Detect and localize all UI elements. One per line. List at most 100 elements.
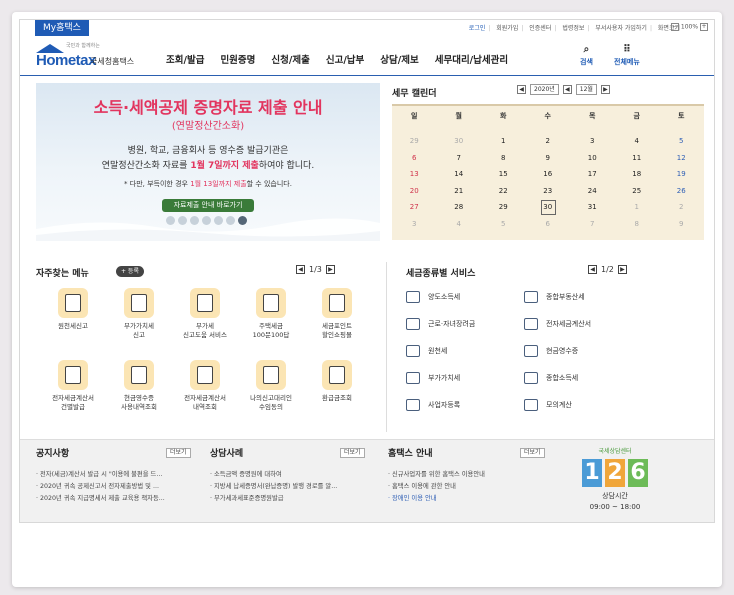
favorite-menu-item[interactable]: 현금영수증 사용내역조회 — [108, 360, 170, 411]
calendar-day[interactable]: 22 — [481, 187, 526, 195]
calendar-day[interactable]: 11 — [615, 154, 660, 162]
calendar-day[interactable]: 29 — [481, 203, 526, 211]
nav-inquiry-issue[interactable]: 조회/발급 — [166, 52, 204, 66]
notice-more-button[interactable]: 더보기 — [166, 448, 191, 458]
dept-user-signup-link[interactable]: 부서사용자 가입하기 — [595, 25, 647, 32]
calendar-day[interactable]: 7 — [570, 220, 615, 228]
favorite-menu-item[interactable]: 나의신고대리인 수임동의 — [240, 360, 302, 411]
favorites-next-button[interactable]: ▶ — [325, 265, 335, 274]
banner-slide-dot[interactable] — [166, 216, 175, 225]
calendar-day[interactable]: 3 — [570, 137, 615, 145]
tax-service-item[interactable]: 원천세 — [406, 344, 447, 358]
banner-slide-dot[interactable] — [226, 216, 235, 225]
cases-more-button[interactable]: 더보기 — [340, 448, 365, 458]
nav-tax-agent[interactable]: 세무대리/납세관리 — [435, 52, 508, 66]
calendar-day[interactable]: 9 — [659, 220, 704, 228]
notice-item[interactable]: 2020년 귀속 공제신고서 전자제출방법 및 ... — [36, 481, 198, 493]
guide-item[interactable]: 신규사업자를 위한 홈택스 이용안내 — [388, 469, 548, 481]
calendar-day[interactable]: 13 — [392, 170, 437, 178]
banner-slide-dot[interactable] — [202, 216, 211, 225]
law-info-link[interactable]: 법령정보 — [562, 25, 584, 32]
call-center-promo[interactable]: 국세상담센터 126 상담시간 09:00 ~ 18:00 — [570, 446, 660, 511]
guide-item[interactable]: 홈택스 이용에 관한 안내 — [388, 481, 548, 493]
calendar-day[interactable]: 18 — [615, 170, 660, 178]
calendar-day[interactable]: 15 — [481, 170, 526, 178]
calendar-day[interactable]: 1 — [615, 203, 660, 211]
calendar-day[interactable]: 14 — [437, 170, 482, 178]
calendar-day[interactable]: 29 — [392, 137, 437, 145]
calendar-day[interactable]: 27 — [392, 203, 437, 211]
calendar-day[interactable]: 10 — [570, 154, 615, 162]
calendar-day[interactable]: 4 — [615, 137, 660, 145]
calendar-day[interactable]: 21 — [437, 187, 482, 195]
favorite-menu-item[interactable]: 원천세신고 — [42, 288, 104, 331]
zoom-in-button[interactable]: + — [700, 23, 708, 31]
main-banner[interactable]: 소득·세액공제 증명자료 제출 안내 (연말정산간소화) 병원, 학교, 금융회… — [36, 83, 380, 241]
cert-center-link[interactable]: 인증센터 — [529, 25, 551, 32]
notice-item[interactable]: 2020년 귀속 지급명세서 제출 교육용 책자등... — [36, 493, 198, 505]
calendar-day[interactable]: 28 — [437, 203, 482, 211]
guide-item[interactable]: 장애인 이용 안내 — [388, 493, 548, 505]
search-tool[interactable]: ⌕ 검색 — [580, 44, 593, 67]
calendar-day[interactable]: 19 — [659, 170, 704, 178]
nav-civil-certificate[interactable]: 민원증명 — [220, 52, 255, 66]
tax-service-item[interactable]: 현금영수증 — [524, 344, 578, 358]
nav-consult-report[interactable]: 상담/제보 — [380, 52, 418, 66]
banner-slide-dot[interactable] — [238, 216, 247, 225]
tax-service-item[interactable]: 모의계산 — [524, 398, 572, 412]
tax-service-item[interactable]: 종합부동산세 — [524, 290, 585, 304]
month-select[interactable]: 12월 — [575, 84, 597, 95]
favorite-menu-item[interactable]: 전자세금계산서 내역조회 — [174, 360, 236, 411]
zoom-out-button[interactable]: − — [671, 23, 679, 31]
month-prev-button[interactable]: ◀ — [562, 85, 572, 94]
calendar-day[interactable]: 30 — [526, 200, 571, 216]
nav-apply-submit[interactable]: 신청/제출 — [271, 52, 309, 66]
calendar-day[interactable]: 6 — [392, 154, 437, 162]
banner-slide-dot[interactable] — [178, 216, 187, 225]
calendar-day[interactable]: 8 — [481, 154, 526, 162]
nav-report-pay[interactable]: 신고/납부 — [326, 52, 364, 66]
calendar-day[interactable]: 26 — [659, 187, 704, 195]
case-item[interactable]: 지방세 납세증명서(완납증명) 발행 경로를 알... — [210, 481, 370, 493]
tax-service-item[interactable]: 사업자등록 — [406, 398, 460, 412]
calendar-day[interactable]: 16 — [526, 170, 571, 178]
calendar-day[interactable]: 17 — [570, 170, 615, 178]
calendar-day[interactable]: 8 — [615, 220, 660, 228]
signup-link[interactable]: 회원가입 — [496, 25, 518, 32]
tax-service-item[interactable]: 양도소득세 — [406, 290, 460, 304]
favorite-menu-item[interactable]: 전자세금계산서 건별발급 — [42, 360, 104, 411]
case-item[interactable]: 부가세과세표준증명원발급 — [210, 493, 370, 505]
tax-service-item[interactable]: 종합소득세 — [524, 371, 578, 385]
notice-item[interactable]: 전자(세금)계산서 발급 시 "이용에 불편을 드... — [36, 469, 198, 481]
year-select[interactable]: 2020년 — [530, 84, 559, 95]
tax-services-next-button[interactable]: ▶ — [617, 265, 627, 274]
calendar-day[interactable]: 5 — [481, 220, 526, 228]
tax-service-item[interactable]: 전자세금계산서 — [524, 317, 591, 331]
favorite-menu-item[interactable]: 부가세 신고도움 서비스 — [174, 288, 236, 339]
login-link[interactable]: 로그인 — [469, 25, 486, 32]
calendar-day[interactable]: 24 — [570, 187, 615, 195]
banner-slide-dot[interactable] — [190, 216, 199, 225]
register-favorite-button[interactable]: + 등록 — [116, 266, 144, 277]
hometax-logo[interactable]: 국민과 함께하는 Hometax 국세청홈택스 — [36, 42, 156, 70]
banner-shortcut-button[interactable]: 자료제출 안내 바로가기 — [162, 199, 254, 212]
favorite-menu-item[interactable]: 환급금조회 — [306, 360, 368, 403]
calendar-day[interactable]: 12 — [659, 154, 704, 162]
calendar-day[interactable]: 20 — [392, 187, 437, 195]
my-hometax-tab[interactable]: My홈택스 — [35, 20, 89, 36]
calendar-day[interactable]: 3 — [392, 220, 437, 228]
tax-service-item[interactable]: 부가가치세 — [406, 371, 460, 385]
year-prev-button[interactable]: ◀ — [517, 85, 526, 94]
calendar-day[interactable]: 6 — [526, 220, 571, 228]
favorite-menu-item[interactable]: 주택세금 100문100답 — [240, 288, 302, 339]
favorite-menu-item[interactable]: 부가가치세 신고 — [108, 288, 170, 339]
calendar-day[interactable]: 5 — [659, 137, 704, 145]
month-next-button[interactable]: ▶ — [600, 85, 610, 94]
calendar-day[interactable]: 7 — [437, 154, 482, 162]
calendar-day[interactable]: 30 — [437, 137, 482, 145]
all-menu-tool[interactable]: ⠿ 전체메뉴 — [614, 44, 640, 67]
banner-slide-dot[interactable] — [214, 216, 223, 225]
calendar-day[interactable]: 9 — [526, 154, 571, 162]
tax-services-prev-button[interactable]: ◀ — [588, 265, 597, 274]
calendar-day[interactable]: 1 — [481, 137, 526, 145]
